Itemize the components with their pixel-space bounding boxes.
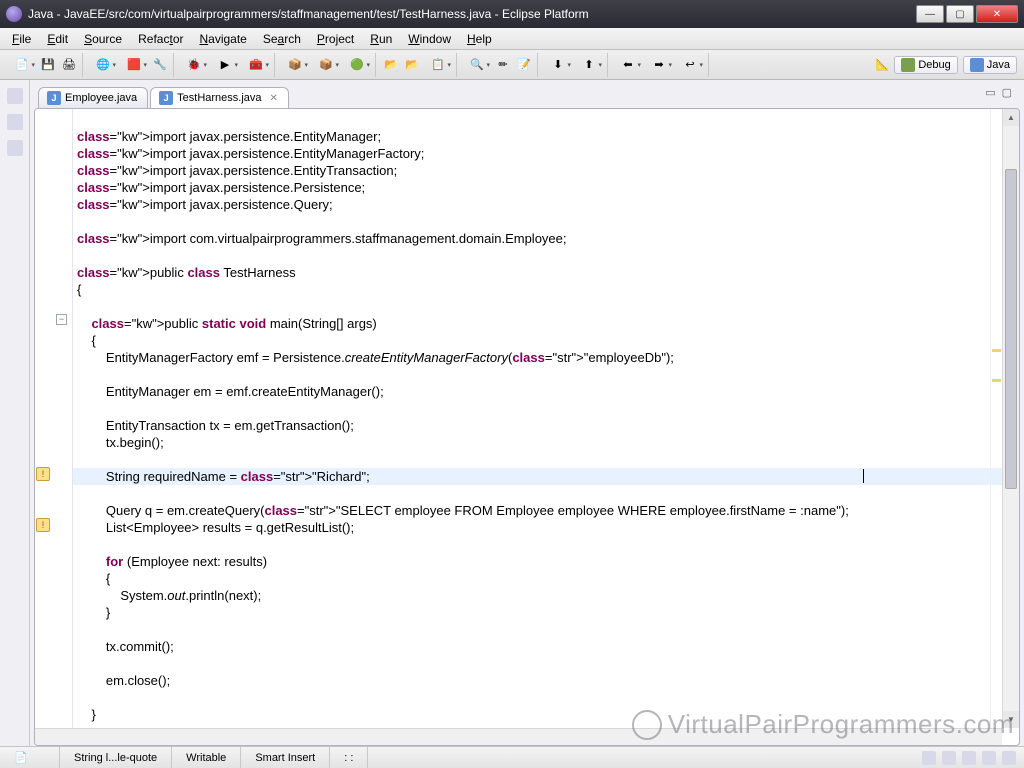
open-folder-button[interactable]: 📂: [381, 55, 401, 75]
package-explorer-icon[interactable]: [7, 88, 23, 104]
close-button[interactable]: ✕: [976, 5, 1018, 23]
next-annotation-button[interactable]: ⬇: [543, 55, 573, 75]
menu-search[interactable]: Search: [255, 30, 309, 48]
prev-annotation-button[interactable]: ⬆: [574, 55, 604, 75]
status-position: : :: [330, 747, 368, 768]
new-class-button[interactable]: 📦: [311, 55, 341, 75]
back-button[interactable]: ⬅: [613, 55, 643, 75]
editor-tabs: J Employee.java J TestHarness.java ✕ ▭ ▢: [34, 84, 1020, 108]
marker-column: ! !: [35, 109, 53, 745]
menu-window[interactable]: Window: [400, 30, 459, 48]
window-titlebar: Java - JavaEE/src/com/virtualpairprogram…: [0, 0, 1024, 28]
status-bar: 📄 String l...le-quote Writable Smart Ins…: [0, 746, 1024, 768]
print-button[interactable]: 🖨: [59, 55, 79, 75]
open-type-button[interactable]: 📂: [402, 55, 422, 75]
horizontal-scrollbar[interactable]: [35, 728, 1002, 745]
servers-button[interactable]: 🟥: [119, 55, 149, 75]
tray-icon[interactable]: [922, 751, 936, 765]
left-trim: [0, 80, 30, 746]
folding-column: −: [53, 109, 73, 745]
perspective-java[interactable]: Java: [963, 56, 1017, 74]
new-type-button[interactable]: 🟢: [342, 55, 372, 75]
code-text[interactable]: class="kw">import javax.persistence.Enti…: [73, 109, 1019, 745]
status-mode: Writable: [172, 747, 241, 768]
tray-icon[interactable]: [982, 751, 996, 765]
scrollbar-thumb[interactable]: [1005, 169, 1017, 489]
maximize-view-icon[interactable]: ▢: [1002, 86, 1012, 99]
menu-edit[interactable]: Edit: [39, 30, 76, 48]
tool-button[interactable]: 🔧: [150, 55, 170, 75]
annotate-button[interactable]: ✏: [493, 55, 513, 75]
open-perspective-button[interactable]: 📐: [872, 55, 892, 75]
maximize-button[interactable]: ▢: [946, 5, 974, 23]
perspective-debug[interactable]: Debug: [894, 56, 957, 74]
mark-button[interactable]: 📝: [514, 55, 534, 75]
debug-button[interactable]: 🐞: [179, 55, 209, 75]
open-task-button[interactable]: 📋: [423, 55, 453, 75]
window-controls: — ▢ ✕: [914, 5, 1018, 23]
run-button[interactable]: ▶: [210, 55, 240, 75]
main-toolbar: 📄 💾 🖨 🌐 🟥 🔧 🐞 ▶ 🧰 📦 📦 🟢 📂 📂 📋 🔍 ✏ 📝 ⬇ ⬆ …: [0, 50, 1024, 80]
navigator-icon[interactable]: [7, 140, 23, 156]
scroll-down-icon[interactable]: ▼: [1003, 711, 1019, 728]
editor-area: J Employee.java J TestHarness.java ✕ ▭ ▢…: [30, 80, 1024, 746]
overview-ruler[interactable]: [990, 109, 1002, 728]
new-package-button[interactable]: 📦: [280, 55, 310, 75]
hierarchy-icon[interactable]: [7, 114, 23, 130]
scroll-up-icon[interactable]: ▲: [1003, 109, 1019, 126]
workspace: J Employee.java J TestHarness.java ✕ ▭ ▢…: [0, 80, 1024, 746]
window-title: Java - JavaEE/src/com/virtualpairprogram…: [28, 7, 914, 21]
search-button[interactable]: 🔍: [462, 55, 492, 75]
code-editor[interactable]: ! ! − class="kw">import javax.persistenc…: [34, 108, 1020, 746]
tab-employee[interactable]: J Employee.java: [38, 87, 148, 108]
menu-bar: File Edit Source Refactor Navigate Searc…: [0, 28, 1024, 50]
tab-testharness[interactable]: J TestHarness.java ✕: [150, 87, 289, 108]
java-file-icon: J: [47, 91, 61, 105]
status-insert: Smart Insert: [241, 747, 330, 768]
menu-navigate[interactable]: Navigate: [191, 30, 254, 48]
tray-icon[interactable]: [942, 751, 956, 765]
status-context: String l...le-quote: [60, 747, 172, 768]
status-tray: [922, 751, 1024, 765]
menu-run[interactable]: Run: [362, 30, 400, 48]
minimize-view-icon[interactable]: ▭: [985, 86, 995, 99]
last-edit-button[interactable]: ↩: [675, 55, 705, 75]
status-icon-cell: 📄: [0, 747, 60, 768]
save-button[interactable]: 💾: [38, 55, 58, 75]
tab-close-icon[interactable]: ✕: [270, 93, 278, 104]
menu-file[interactable]: File: [4, 30, 39, 48]
eclipse-icon: [6, 6, 22, 22]
warning-icon[interactable]: !: [36, 518, 50, 532]
browser-button[interactable]: 🌐: [88, 55, 118, 75]
ext-tools-button[interactable]: 🧰: [241, 55, 271, 75]
minimize-button[interactable]: —: [916, 5, 944, 23]
menu-help[interactable]: Help: [459, 30, 500, 48]
forward-button[interactable]: ➡: [644, 55, 674, 75]
tray-icon[interactable]: [1002, 751, 1016, 765]
new-button[interactable]: 📄: [7, 55, 37, 75]
menu-source[interactable]: Source: [76, 30, 130, 48]
tray-icon[interactable]: [962, 751, 976, 765]
menu-refactor[interactable]: Refactor: [130, 30, 191, 48]
menu-project[interactable]: Project: [309, 30, 362, 48]
java-file-icon: J: [159, 91, 173, 105]
vertical-scrollbar[interactable]: ▲ ▼: [1002, 109, 1019, 728]
fold-toggle-icon[interactable]: −: [56, 314, 67, 325]
warning-icon[interactable]: !: [36, 467, 50, 481]
